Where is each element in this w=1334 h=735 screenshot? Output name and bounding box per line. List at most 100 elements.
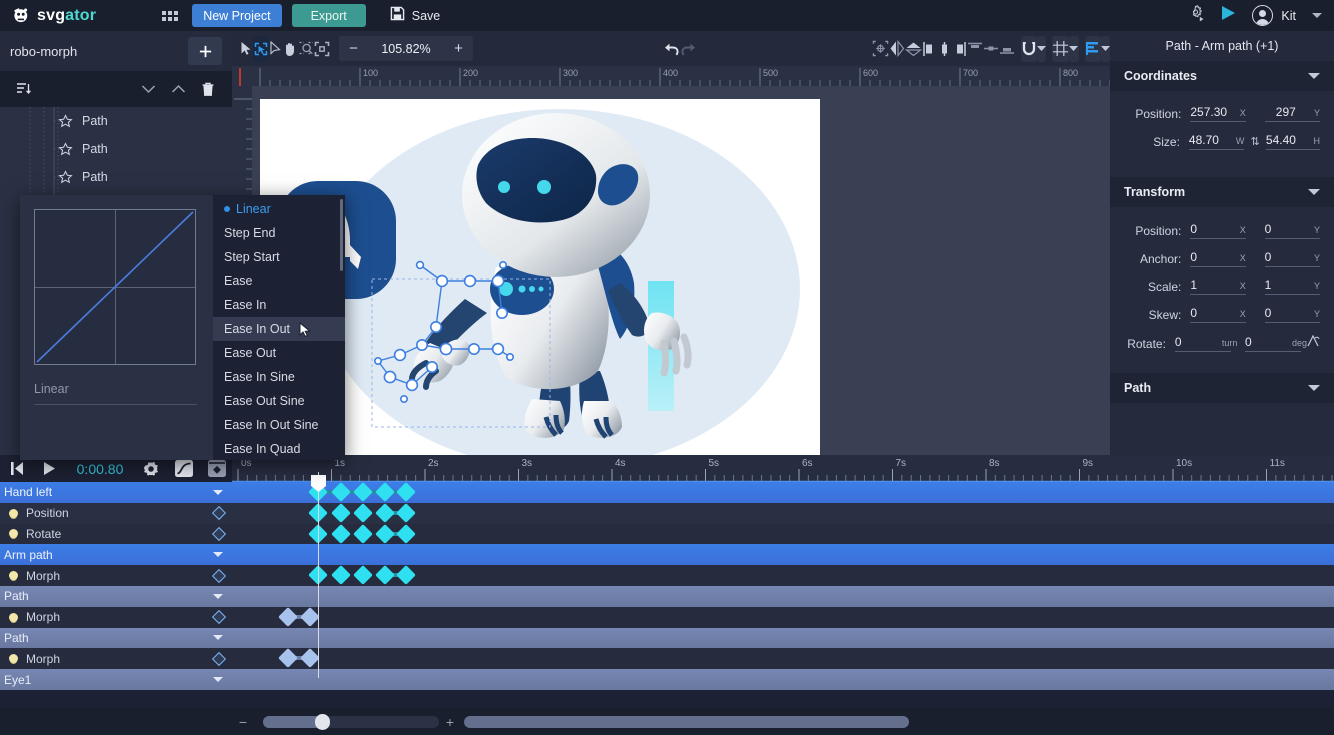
timeline-track[interactable] <box>232 648 1334 670</box>
easing-option-step-end[interactable]: Step End <box>213 221 345 245</box>
keyframe-diamond-icon[interactable] <box>211 568 227 583</box>
new-project-button[interactable]: New Project <box>192 4 282 27</box>
timeline-property-row[interactable]: Morph <box>0 606 232 628</box>
grid-icon[interactable] <box>1052 35 1070 62</box>
timeline-track[interactable] <box>232 565 1334 586</box>
chevron-down-icon[interactable] <box>213 593 223 599</box>
ruler-dropdown-icon[interactable] <box>1100 35 1110 62</box>
timeline-group-row[interactable]: Eye1 <box>0 669 232 690</box>
flip-horizontal-icon[interactable] <box>889 36 905 62</box>
keyframe-diamond-icon[interactable] <box>211 526 227 542</box>
anchor-y-input[interactable]: 0 Y <box>1264 250 1320 267</box>
chevron-down-icon[interactable] <box>213 635 223 641</box>
magnet-snap-icon[interactable] <box>1021 35 1037 62</box>
snap-dropdown-icon[interactable] <box>1037 35 1047 62</box>
align-center-horizontal-icon[interactable] <box>937 36 952 62</box>
zoom-level-input[interactable]: 105.82% <box>368 42 444 56</box>
section-header-transform[interactable]: Transform <box>1110 177 1334 207</box>
rotate-turn-input[interactable]: 0 turn <box>1174 335 1237 352</box>
skew-y-input[interactable]: 0 Y <box>1264 306 1320 323</box>
timeline-property-row[interactable]: Morph <box>0 565 232 586</box>
timeline-track[interactable] <box>232 627 1334 649</box>
align-right-icon[interactable] <box>952 36 967 62</box>
easing-option-ease-in-out[interactable]: Ease In Out <box>213 317 345 341</box>
zoom-out-button[interactable]: − <box>339 36 368 61</box>
align-top-icon[interactable] <box>967 36 983 62</box>
zoom-region-icon[interactable] <box>298 36 314 62</box>
rotate-deg-input[interactable]: 0 deg <box>1245 335 1307 352</box>
scale-x-input[interactable]: 1 X <box>1190 278 1246 295</box>
timeline-track[interactable] <box>232 502 1334 524</box>
timeline-zoom-slider[interactable] <box>263 713 439 730</box>
easing-option-ease-out[interactable]: Ease Out <box>213 341 345 365</box>
flip-vertical-icon[interactable] <box>905 36 922 62</box>
keyframe-diamond-icon[interactable] <box>211 651 227 666</box>
current-time-display[interactable]: 0:00.80 <box>66 461 134 477</box>
easing-option-ease-in[interactable]: Ease In <box>213 293 345 317</box>
undo-arrow-icon[interactable] <box>663 36 680 62</box>
hand-pan-icon[interactable] <box>282 36 298 62</box>
easing-option-ease-in-out-sine[interactable]: Ease In Out Sine <box>213 413 345 437</box>
timeline-group-row[interactable]: Path <box>0 627 232 649</box>
chevron-down-icon[interactable] <box>1312 13 1322 18</box>
timeline-track[interactable] <box>232 606 1334 628</box>
move-up-icon[interactable] <box>164 77 192 101</box>
bulb-icon[interactable] <box>9 654 18 664</box>
timeline-group-row[interactable]: Arm path <box>0 544 232 566</box>
keyframe-diamond-icon[interactable] <box>211 610 227 625</box>
align-middle-vertical-icon[interactable] <box>983 36 999 62</box>
timeline-horizontal-scrollbar[interactable] <box>464 715 909 728</box>
delete-icon[interactable] <box>194 77 222 101</box>
easing-option-ease-in-quad[interactable]: Ease In Quad <box>213 437 345 460</box>
skew-x-input[interactable]: 0 X <box>1190 306 1246 323</box>
transform-origin-icon[interactable] <box>872 36 889 62</box>
size-h-input[interactable]: 54.40 H <box>1265 133 1321 150</box>
scale-y-input[interactable]: 1 Y <box>1264 278 1320 295</box>
bulb-icon[interactable] <box>9 571 18 581</box>
align-left-icon[interactable] <box>922 36 937 62</box>
add-layer-button[interactable] <box>188 37 222 65</box>
anchor-x-input[interactable]: 0 X <box>1190 250 1246 267</box>
playhead-line[interactable] <box>318 472 319 678</box>
chevron-down-icon[interactable] <box>213 552 223 558</box>
grid-apps-icon[interactable] <box>162 10 179 21</box>
select-arrow-icon[interactable] <box>240 36 253 62</box>
chevron-down-icon[interactable] <box>213 677 223 683</box>
timeline-group-row[interactable]: Path <box>0 585 232 607</box>
transform-position-x-input[interactable]: 0 X <box>1190 222 1246 239</box>
grid-dropdown-icon[interactable] <box>1069 35 1079 62</box>
transform-position-y-input[interactable]: 0 Y <box>1264 222 1320 239</box>
timeline-ruler[interactable]: 0s 1s 2s 3s 4s 5s 6s 7s 8s 9s 10s 11s <box>232 455 1334 482</box>
timeline-property-row[interactable]: Position <box>0 502 232 524</box>
size-w-input[interactable]: 48.70 W <box>1188 133 1245 150</box>
ruler-icon[interactable] <box>1084 35 1101 62</box>
timeline-zoom-out-button[interactable]: − <box>232 714 254 730</box>
timeline-property-row[interactable]: Rotate <box>0 523 232 545</box>
curve-graph[interactable] <box>34 209 196 365</box>
move-down-icon[interactable] <box>134 77 162 101</box>
animated-gear-icon[interactable] <box>1188 4 1205 27</box>
redo-arrow-icon[interactable] <box>680 36 697 62</box>
rotate-handle-icon[interactable] <box>1306 334 1320 353</box>
timeline-zoom-in-button[interactable]: + <box>439 714 461 730</box>
easing-option-ease[interactable]: Ease <box>213 269 345 293</box>
timeline-group-row[interactable]: Hand left <box>0 482 232 503</box>
fit-to-screen-icon[interactable] <box>314 36 330 62</box>
easing-option-ease-in-sine[interactable]: Ease In Sine <box>213 365 345 389</box>
position-y-input[interactable]: 297 Y <box>1264 105 1320 122</box>
align-bottom-icon[interactable] <box>999 36 1015 62</box>
timeline-track[interactable] <box>232 669 1334 690</box>
node-edit-icon[interactable] <box>253 35 269 62</box>
user-menu[interactable]: Kit <box>1252 5 1296 26</box>
chevron-down-icon[interactable] <box>213 489 223 495</box>
app-logo[interactable]: svgator <box>11 6 96 25</box>
timeline-track[interactable] <box>232 544 1334 566</box>
easing-option-ease-out-sine[interactable]: Ease Out Sine <box>213 389 345 413</box>
section-header-coordinates[interactable]: Coordinates <box>1110 61 1334 91</box>
bulb-icon[interactable] <box>9 529 18 539</box>
bulb-icon[interactable] <box>9 612 18 622</box>
easing-option-linear[interactable]: Linear <box>213 197 345 221</box>
timeline-track[interactable] <box>232 585 1334 607</box>
section-header-path[interactable]: Path <box>1110 373 1334 403</box>
export-button[interactable]: Export <box>291 4 366 27</box>
